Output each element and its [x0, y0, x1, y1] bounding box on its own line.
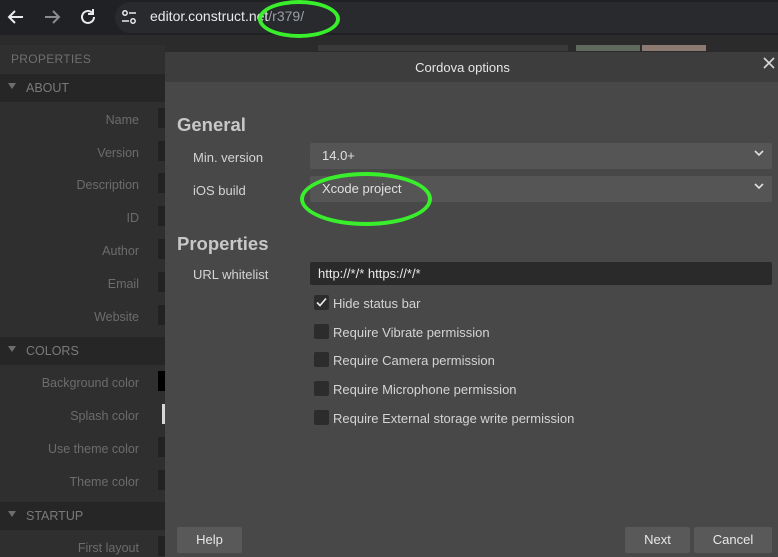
chevron-down-icon — [752, 146, 766, 160]
annotation-circle — [300, 172, 432, 226]
browser-toolbar: editor.construct.net/r379/ — [0, 0, 778, 35]
color-swatch — [576, 45, 640, 51]
section-label: STARTUP — [26, 509, 84, 523]
collapse-triangle-icon — [8, 511, 16, 517]
url-whitelist-value: http://*/* https://*/* — [318, 266, 421, 281]
section-startup[interactable]: STARTUP — [0, 502, 165, 530]
storage-permission-label: Require External storage write permissio… — [333, 411, 575, 426]
min-version-label: Min. version — [193, 150, 264, 165]
forward-arrow-icon[interactable] — [40, 5, 64, 29]
chevron-down-icon — [752, 179, 766, 193]
collapse-triangle-icon — [8, 346, 16, 352]
properties-panel: PROPERTIES ABOUT Name Version Descriptio… — [0, 45, 165, 557]
value-field[interactable] — [158, 173, 165, 193]
vibrate-permission-label: Require Vibrate permission — [333, 325, 490, 340]
prop-theme-color: Theme color — [69, 475, 139, 489]
dialog-titlebar: Cordova options — [165, 52, 778, 82]
general-heading: General — [177, 114, 246, 135]
site-info-icon[interactable] — [120, 8, 138, 26]
prop-website: Website — [94, 310, 139, 324]
value-field[interactable] — [158, 371, 165, 391]
properties-heading: Properties — [177, 233, 269, 254]
reload-icon[interactable] — [76, 5, 100, 29]
cancel-button[interactable]: Cancel — [694, 527, 772, 553]
prop-name: Name — [105, 113, 139, 127]
value-field[interactable] — [158, 536, 165, 556]
url-whitelist-label: URL whitelist — [193, 267, 269, 282]
value-field[interactable] — [158, 206, 165, 226]
section-about[interactable]: ABOUT — [0, 74, 165, 102]
annotation-circle — [258, 0, 340, 38]
prop-splash-color: Splash color — [70, 409, 139, 423]
prop-background-color: Background color — [41, 376, 139, 390]
layout-tab-strip — [318, 45, 568, 51]
prop-id: ID — [126, 211, 140, 225]
color-swatch — [642, 45, 706, 51]
cordova-options-dialog: Cordova options General Min. version 14.… — [165, 52, 778, 557]
section-label: ABOUT — [26, 81, 70, 95]
next-button[interactable]: Next — [625, 527, 690, 553]
section-label: COLORS — [26, 344, 79, 358]
close-icon[interactable] — [762, 56, 776, 70]
hide-status-bar-checkbox[interactable] — [314, 295, 329, 310]
min-version-value: 14.0+ — [322, 148, 355, 163]
help-button[interactable]: Help — [177, 527, 242, 553]
value-field[interactable] — [158, 141, 165, 161]
value-field[interactable] — [158, 239, 165, 259]
section-colors[interactable]: COLORS — [0, 337, 165, 365]
min-version-select[interactable]: 14.0+ — [310, 143, 772, 169]
microphone-permission-checkbox[interactable] — [314, 381, 329, 396]
prop-first-layout: First layout — [77, 541, 139, 555]
prop-author: Author — [102, 244, 139, 258]
panel-title: PROPERTIES — [11, 52, 92, 66]
url-whitelist-input[interactable]: http://*/* https://*/* — [310, 262, 772, 285]
dialog-title: Cordova options — [415, 60, 510, 75]
value-field[interactable] — [158, 108, 165, 128]
vibrate-permission-checkbox[interactable] — [314, 324, 329, 339]
prop-email: Email — [107, 277, 139, 291]
camera-permission-label: Require Camera permission — [333, 353, 495, 368]
value-field[interactable] — [158, 437, 165, 457]
checkmark-icon — [316, 297, 327, 307]
back-arrow-icon[interactable] — [4, 5, 28, 29]
value-field[interactable] — [158, 470, 165, 490]
microphone-permission-label: Require Microphone permission — [333, 382, 517, 397]
prop-description: Description — [76, 178, 139, 192]
prop-version: Version — [97, 146, 139, 160]
storage-permission-checkbox[interactable] — [314, 410, 329, 425]
value-field[interactable] — [158, 272, 165, 292]
value-field[interactable] — [158, 305, 165, 325]
camera-permission-checkbox[interactable] — [314, 352, 329, 367]
collapse-triangle-icon — [8, 83, 16, 89]
ios-build-label: iOS build — [193, 183, 246, 198]
prop-use-theme-color: Use theme color — [47, 442, 139, 456]
hide-status-bar-label: Hide status bar — [333, 296, 421, 311]
url-host: editor.construct.net — [150, 8, 269, 24]
